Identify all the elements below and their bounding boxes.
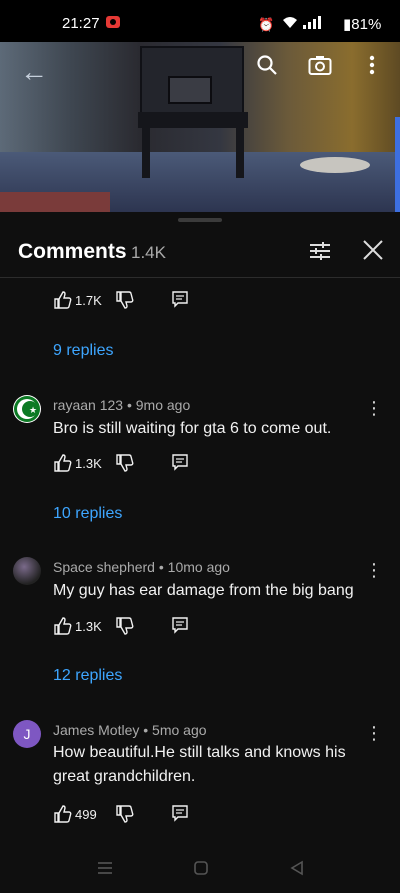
like-icon[interactable] bbox=[53, 616, 73, 636]
author-name[interactable]: rayaan 123 bbox=[53, 397, 123, 413]
comment-text: How beautiful.He still talks and knows h… bbox=[53, 744, 346, 785]
back-icon[interactable] bbox=[289, 860, 305, 881]
reply-icon[interactable] bbox=[171, 616, 189, 634]
comment-meta: rayaan 123 • 9mo ago bbox=[53, 397, 191, 413]
close-icon[interactable] bbox=[361, 238, 385, 262]
home-icon[interactable] bbox=[193, 860, 209, 881]
more-vert-icon[interactable]: ⋮ bbox=[365, 561, 383, 581]
comment-age: 10mo ago bbox=[167, 559, 230, 575]
svg-text:★: ★ bbox=[29, 406, 37, 416]
author-name[interactable]: James Motley bbox=[53, 722, 139, 738]
comment-text: Bro is still waiting for gta 6 to come o… bbox=[53, 420, 332, 437]
comment-age: 9mo ago bbox=[135, 397, 191, 413]
view-replies-link[interactable]: 10 replies bbox=[53, 505, 122, 523]
recent-apps-icon[interactable] bbox=[97, 860, 113, 881]
header-divider bbox=[0, 277, 400, 278]
battery-percent: 81% bbox=[351, 16, 382, 33]
view-replies-link[interactable]: 12 replies bbox=[53, 667, 122, 685]
video-frame-table bbox=[138, 112, 248, 128]
video-frame-cloth bbox=[0, 192, 110, 212]
back-arrow-icon[interactable]: ← bbox=[20, 56, 48, 88]
status-bar: 21:27 ⏰ ▮81% bbox=[0, 0, 400, 42]
comment-text: My guy has ear damage from the big bang bbox=[53, 582, 354, 599]
drag-handle[interactable] bbox=[178, 218, 222, 222]
dislike-icon[interactable] bbox=[115, 616, 135, 636]
dislike-icon[interactable] bbox=[115, 453, 135, 473]
video-frame-table-leg bbox=[142, 128, 150, 178]
comments-title: Comments bbox=[18, 240, 127, 263]
video-frame-picture bbox=[168, 76, 212, 104]
comments-count: 1.4K bbox=[131, 243, 166, 262]
video-player[interactable]: ← bbox=[0, 42, 400, 212]
status-icons: ⏰ bbox=[258, 16, 325, 33]
wifi-icon bbox=[282, 17, 304, 32]
like-count: 499 bbox=[75, 807, 97, 822]
dislike-icon[interactable] bbox=[115, 804, 135, 824]
like-icon[interactable] bbox=[53, 453, 73, 473]
avatar[interactable]: ★ bbox=[13, 395, 41, 423]
view-replies-link[interactable]: 9 replies bbox=[53, 342, 113, 360]
like-count: 1.3K bbox=[75, 619, 102, 634]
system-nav-bar bbox=[0, 850, 400, 893]
search-icon[interactable] bbox=[256, 54, 278, 82]
status-time: 21:27 bbox=[62, 15, 100, 32]
avatar[interactable]: J bbox=[13, 720, 41, 748]
more-vert-icon[interactable] bbox=[368, 54, 376, 82]
author-name[interactable]: Space shepherd bbox=[53, 559, 155, 575]
like-icon[interactable] bbox=[53, 804, 73, 824]
reply-icon[interactable] bbox=[171, 804, 189, 822]
side-panel-edge bbox=[395, 117, 400, 212]
comment-age: 5mo ago bbox=[152, 722, 207, 738]
signal-icon bbox=[303, 16, 325, 32]
video-frame-table-leg bbox=[236, 128, 244, 178]
like-count: 1.7K bbox=[75, 293, 102, 308]
like-count: 1.3K bbox=[75, 456, 102, 471]
more-vert-icon[interactable]: ⋮ bbox=[365, 399, 383, 419]
dislike-icon[interactable] bbox=[115, 290, 135, 310]
alarm-icon: ⏰ bbox=[258, 17, 277, 32]
comment-meta: Space shepherd • 10mo ago bbox=[53, 559, 230, 575]
avatar[interactable] bbox=[13, 557, 41, 585]
comments-header: Comments 1.4K bbox=[0, 226, 400, 276]
camera-icon[interactable] bbox=[308, 54, 332, 82]
comment-meta: James Motley • 5mo ago bbox=[53, 722, 207, 738]
filter-icon[interactable] bbox=[309, 240, 331, 262]
reply-icon[interactable] bbox=[171, 290, 189, 308]
battery-status: ▮81% bbox=[343, 15, 381, 33]
video-frame-cushion bbox=[300, 157, 370, 173]
reply-icon[interactable] bbox=[171, 453, 189, 471]
like-icon[interactable] bbox=[53, 290, 73, 310]
screen-record-icon bbox=[106, 16, 120, 28]
